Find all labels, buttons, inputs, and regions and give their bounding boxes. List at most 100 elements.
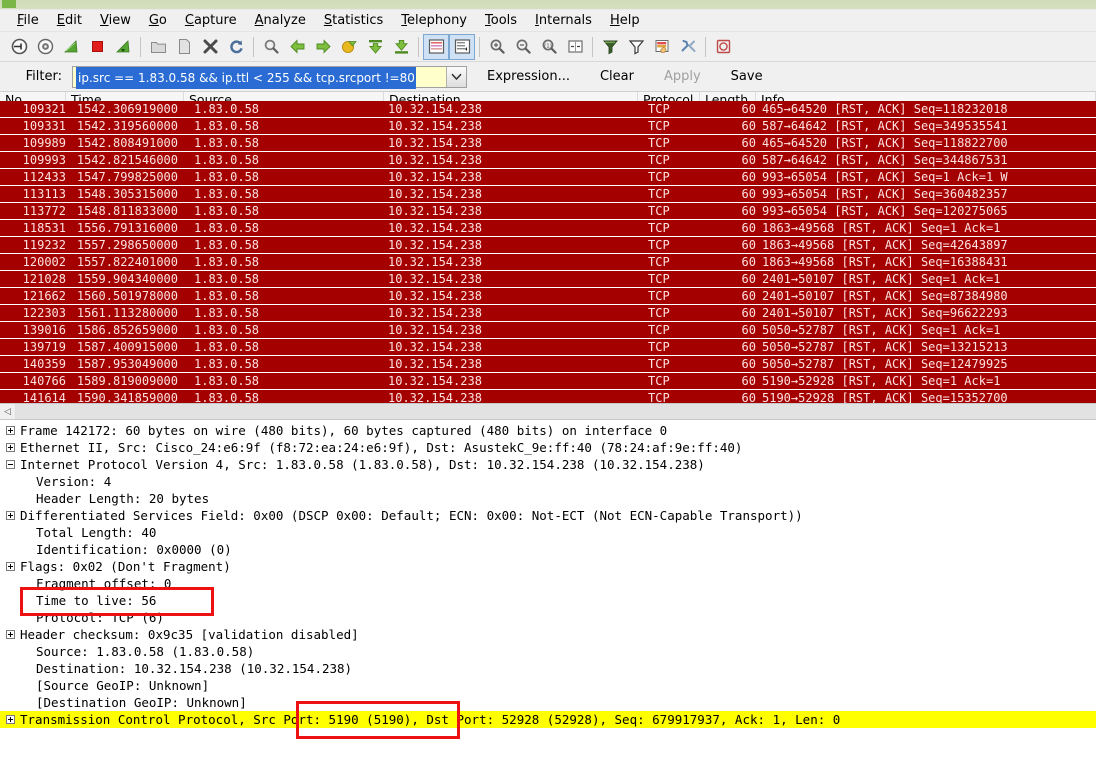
table-row[interactable]: 1185311556.7913160001.83.0.5810.32.154.2… bbox=[0, 220, 1096, 237]
clear-button[interactable]: Clear bbox=[590, 69, 644, 84]
go-first-packet-icon[interactable] bbox=[362, 34, 388, 60]
cell-info: 465→64520 [RST, ACK] Seq=118822700 bbox=[756, 135, 1096, 151]
colorize-icon[interactable] bbox=[423, 34, 449, 60]
detail-row[interactable]: Differentiated Services Field: 0x00 (DSC… bbox=[0, 507, 1096, 524]
menu-view[interactable]: View bbox=[91, 11, 140, 30]
expand-icon[interactable] bbox=[6, 511, 15, 520]
table-row[interactable]: 1124331547.7998250001.83.0.5810.32.154.2… bbox=[0, 169, 1096, 186]
detail-row[interactable]: Header Length: 20 bytes bbox=[0, 490, 1096, 507]
resize-columns-icon[interactable] bbox=[562, 34, 588, 60]
packet-detail-pane[interactable]: Frame 142172: 60 bytes on wire (480 bits… bbox=[0, 420, 1096, 752]
expand-icon[interactable] bbox=[6, 715, 15, 724]
menu-statistics[interactable]: Statistics bbox=[315, 11, 392, 30]
go-forward-icon[interactable] bbox=[310, 34, 336, 60]
packet-list-body[interactable]: 1093211542.3069190001.83.0.5810.32.154.2… bbox=[0, 101, 1096, 404]
detail-row[interactable]: Version: 4 bbox=[0, 473, 1096, 490]
table-row[interactable]: 1416141590.3418590001.83.0.5810.32.154.2… bbox=[0, 390, 1096, 404]
stop-capture-icon[interactable] bbox=[84, 34, 110, 60]
menu-help[interactable]: Help bbox=[601, 11, 649, 30]
table-row[interactable]: 1093311542.3195600001.83.0.5810.32.154.2… bbox=[0, 118, 1096, 135]
menu-go[interactable]: Go bbox=[140, 11, 176, 30]
table-row[interactable]: 1099931542.8215460001.83.0.5810.32.154.2… bbox=[0, 152, 1096, 169]
close-file-icon[interactable] bbox=[197, 34, 223, 60]
preferences-icon[interactable] bbox=[675, 34, 701, 60]
menu-file[interactable]: File bbox=[8, 11, 48, 30]
apply-button[interactable]: Apply bbox=[654, 69, 711, 84]
table-row[interactable]: 1397191587.4009150001.83.0.5810.32.154.2… bbox=[0, 339, 1096, 356]
table-row[interactable]: 1403591587.9530490001.83.0.5810.32.154.2… bbox=[0, 356, 1096, 373]
expression-button[interactable]: Expression... bbox=[477, 69, 580, 84]
save-button[interactable]: Save bbox=[721, 69, 773, 84]
menu-tools[interactable]: Tools bbox=[476, 11, 526, 30]
detail-row[interactable]: Protocol: TCP (6) bbox=[0, 609, 1096, 626]
detail-row[interactable]: Frame 142172: 60 bytes on wire (480 bits… bbox=[0, 422, 1096, 439]
filter-input-wrapper[interactable]: ip.src == 1.83.0.58 && ip.ttl < 255 && t… bbox=[72, 66, 467, 88]
zoom-in-icon[interactable] bbox=[484, 34, 510, 60]
table-row[interactable]: 1216621560.5019780001.83.0.5810.32.154.2… bbox=[0, 288, 1096, 305]
reload-icon[interactable] bbox=[223, 34, 249, 60]
detail-row[interactable]: [Source GeoIP: Unknown] bbox=[0, 677, 1096, 694]
table-row[interactable]: 1137721548.8118330001.83.0.5810.32.154.2… bbox=[0, 203, 1096, 220]
table-row[interactable]: 1223031561.1132800001.83.0.5810.32.154.2… bbox=[0, 305, 1096, 322]
display-filters-icon[interactable] bbox=[623, 34, 649, 60]
packet-list-pane[interactable]: No.TimeSourceDestinationProtocolLengthIn… bbox=[0, 92, 1096, 404]
capture-options-icon[interactable] bbox=[32, 34, 58, 60]
filter-input[interactable]: ip.src == 1.83.0.58 && ip.ttl < 255 && t… bbox=[73, 67, 446, 87]
expand-icon[interactable] bbox=[6, 562, 15, 571]
cell-length: 60 bbox=[700, 118, 756, 134]
detail-row[interactable]: Ethernet II, Src: Cisco_24:e6:9f (f8:72:… bbox=[0, 439, 1096, 456]
detail-row[interactable]: Fragment offset: 0 bbox=[0, 575, 1096, 592]
go-last-packet-icon[interactable] bbox=[388, 34, 414, 60]
table-row[interactable]: 1210281559.9043400001.83.0.5810.32.154.2… bbox=[0, 271, 1096, 288]
scroll-left-icon[interactable]: ◁ bbox=[0, 404, 16, 419]
menu-internals[interactable]: Internals bbox=[526, 11, 601, 30]
cell-source: 1.83.0.58 bbox=[184, 339, 384, 355]
save-file-icon[interactable] bbox=[171, 34, 197, 60]
restart-capture-icon[interactable] bbox=[110, 34, 136, 60]
table-row[interactable]: 1099891542.8084910001.83.0.5810.32.154.2… bbox=[0, 135, 1096, 152]
detail-row[interactable]: Destination: 10.32.154.238 (10.32.154.23… bbox=[0, 660, 1096, 677]
cell-length: 60 bbox=[700, 390, 756, 404]
detail-row[interactable]: Total Length: 40 bbox=[0, 524, 1096, 541]
table-row[interactable]: 1131131548.3053150001.83.0.5810.32.154.2… bbox=[0, 186, 1096, 203]
expand-icon[interactable] bbox=[6, 630, 15, 639]
start-capture-icon[interactable] bbox=[58, 34, 84, 60]
detail-row[interactable]: Identification: 0x0000 (0) bbox=[0, 541, 1096, 558]
table-row[interactable]: 1407661589.8190090001.83.0.5810.32.154.2… bbox=[0, 373, 1096, 390]
hscrollbar-track[interactable] bbox=[16, 404, 1096, 419]
detail-row[interactable]: Transmission Control Protocol, Src Port:… bbox=[0, 711, 1096, 728]
zoom-reset-icon[interactable]: (1) bbox=[536, 34, 562, 60]
expand-icon[interactable] bbox=[6, 443, 15, 452]
collapse-icon[interactable] bbox=[6, 460, 15, 469]
detail-row[interactable]: Time to live: 56 bbox=[0, 592, 1096, 609]
table-row[interactable]: 1093211542.3069190001.83.0.5810.32.154.2… bbox=[0, 101, 1096, 118]
detail-row[interactable]: Flags: 0x02 (Don't Fragment) bbox=[0, 558, 1096, 575]
menu-telephony[interactable]: Telephony bbox=[392, 11, 476, 30]
menu-edit[interactable]: Edit bbox=[48, 11, 91, 30]
detail-row[interactable]: Internet Protocol Version 4, Src: 1.83.0… bbox=[0, 456, 1096, 473]
menu-analyze[interactable]: Analyze bbox=[246, 11, 315, 30]
expand-icon[interactable] bbox=[6, 426, 15, 435]
table-row[interactable]: 1192321557.2986500001.83.0.5810.32.154.2… bbox=[0, 237, 1096, 254]
interfaces-icon[interactable] bbox=[6, 34, 32, 60]
go-back-icon[interactable] bbox=[284, 34, 310, 60]
detail-row-label: Ethernet II, Src: Cisco_24:e6:9f (f8:72:… bbox=[20, 439, 742, 456]
coloring-rules-icon[interactable] bbox=[649, 34, 675, 60]
detail-row[interactable]: [Destination GeoIP: Unknown] bbox=[0, 694, 1096, 711]
cell-length: 60 bbox=[700, 254, 756, 270]
detail-row[interactable]: Source: 1.83.0.58 (1.83.0.58) bbox=[0, 643, 1096, 660]
auto-scroll-icon[interactable] bbox=[449, 34, 475, 60]
open-file-icon[interactable] bbox=[145, 34, 171, 60]
detail-row[interactable]: Header checksum: 0x9c35 [validation disa… bbox=[0, 626, 1096, 643]
packet-list-hscrollbar[interactable]: ◁ bbox=[0, 404, 1096, 420]
find-packet-icon[interactable] bbox=[258, 34, 284, 60]
menu-capture[interactable]: Capture bbox=[176, 11, 246, 30]
capture-filters-icon[interactable] bbox=[597, 34, 623, 60]
table-row[interactable]: 1390161586.8526590001.83.0.5810.32.154.2… bbox=[0, 322, 1096, 339]
zoom-out-icon[interactable] bbox=[510, 34, 536, 60]
chevron-down-icon[interactable] bbox=[446, 67, 466, 87]
go-to-packet-icon[interactable] bbox=[336, 34, 362, 60]
cell-info: 1863→49568 [RST, ACK] Seq=16388431 bbox=[756, 254, 1096, 270]
table-row[interactable]: 1200021557.8224010001.83.0.5810.32.154.2… bbox=[0, 254, 1096, 271]
help-contents-icon[interactable] bbox=[710, 34, 736, 60]
